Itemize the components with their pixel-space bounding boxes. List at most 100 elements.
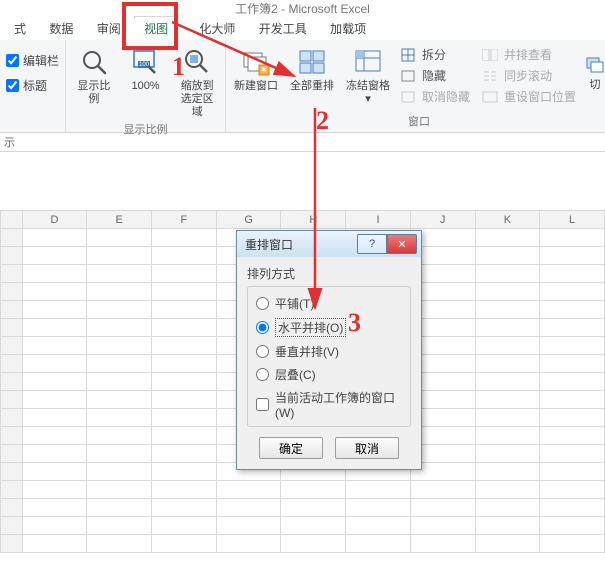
cell[interactable] [152, 301, 217, 319]
row-header[interactable] [1, 535, 23, 553]
cell[interactable] [540, 499, 605, 517]
cell[interactable] [410, 499, 475, 517]
row-header[interactable] [1, 337, 23, 355]
column-header[interactable]: D [22, 211, 87, 229]
formula-bar[interactable]: 示 [0, 132, 605, 152]
cell[interactable] [22, 337, 87, 355]
cell[interactable] [22, 391, 87, 409]
cell[interactable] [87, 283, 152, 301]
cell[interactable] [475, 463, 540, 481]
row-header[interactable] [1, 517, 23, 535]
cell[interactable] [475, 535, 540, 553]
column-header[interactable]: H [281, 211, 346, 229]
cell[interactable] [475, 301, 540, 319]
zoom-selection-button[interactable]: 缩放到选定区域 [175, 44, 219, 119]
cell[interactable] [87, 229, 152, 247]
cell[interactable] [540, 427, 605, 445]
checkbox-active-workbook[interactable]: 当前活动工作簿的窗口(W) [256, 389, 402, 420]
switch-windows-button[interactable]: 切 [584, 44, 605, 92]
checkbox-formula-bar[interactable]: 编辑栏 [6, 52, 59, 69]
column-header[interactable]: J [410, 211, 475, 229]
select-all-corner[interactable] [1, 211, 23, 229]
cell[interactable] [87, 373, 152, 391]
cell[interactable] [22, 481, 87, 499]
cell[interactable] [22, 373, 87, 391]
cell[interactable] [540, 247, 605, 265]
cell[interactable] [475, 445, 540, 463]
cell[interactable] [540, 409, 605, 427]
cell[interactable] [346, 481, 411, 499]
cell[interactable] [346, 517, 411, 535]
row-header[interactable] [1, 265, 23, 283]
cell[interactable] [475, 337, 540, 355]
cell[interactable] [87, 391, 152, 409]
cell[interactable] [22, 247, 87, 265]
split-button[interactable]: 拆分 [400, 46, 470, 63]
cell[interactable] [87, 265, 152, 283]
cell[interactable] [475, 391, 540, 409]
zoom-100-button[interactable]: 100 100% [124, 44, 168, 93]
dialog-titlebar[interactable]: 重排窗口 ? ✕ [237, 231, 421, 257]
cell[interactable] [152, 517, 217, 535]
cell[interactable] [216, 517, 281, 535]
cell[interactable] [87, 517, 152, 535]
cell[interactable] [475, 499, 540, 517]
cell[interactable] [87, 535, 152, 553]
hide-button[interactable]: 隐藏 [400, 67, 470, 84]
cell[interactable] [216, 535, 281, 553]
cell[interactable] [152, 229, 217, 247]
dialog-help-button[interactable]: ? [357, 234, 387, 254]
tab-beautify[interactable]: 化大师 [181, 18, 245, 40]
row-header[interactable] [1, 301, 23, 319]
row-header[interactable] [1, 319, 23, 337]
cell[interactable] [152, 265, 217, 283]
cell[interactable] [540, 535, 605, 553]
cell[interactable] [540, 391, 605, 409]
cell[interactable] [22, 229, 87, 247]
cell[interactable] [281, 535, 346, 553]
cell[interactable] [475, 265, 540, 283]
column-header[interactable]: L [540, 211, 605, 229]
radio-tile[interactable]: 平铺(T) [256, 295, 402, 312]
cell[interactable] [152, 481, 217, 499]
column-header[interactable]: E [87, 211, 152, 229]
zoom-button[interactable]: 显示比例 [72, 44, 116, 106]
cell[interactable] [281, 481, 346, 499]
freeze-panes-button[interactable]: 冻结窗格▾ [344, 44, 392, 106]
row-header[interactable] [1, 247, 23, 265]
row-header[interactable] [1, 463, 23, 481]
tab-data[interactable]: 数据 [39, 18, 83, 40]
row-header[interactable] [1, 391, 23, 409]
cell[interactable] [410, 481, 475, 499]
cell[interactable] [346, 535, 411, 553]
cell[interactable] [475, 355, 540, 373]
cell[interactable] [540, 337, 605, 355]
cell[interactable] [87, 337, 152, 355]
cell[interactable] [281, 517, 346, 535]
cell[interactable] [22, 409, 87, 427]
row-header[interactable] [1, 373, 23, 391]
cell[interactable] [475, 481, 540, 499]
column-header[interactable]: G [216, 211, 281, 229]
cell[interactable] [22, 427, 87, 445]
cell[interactable] [475, 517, 540, 535]
cell[interactable] [87, 445, 152, 463]
cell[interactable] [540, 355, 605, 373]
cell[interactable] [152, 247, 217, 265]
cell[interactable] [22, 265, 87, 283]
cell[interactable] [22, 517, 87, 535]
cell[interactable] [87, 481, 152, 499]
tab-view[interactable]: 视图 [134, 18, 178, 40]
new-window-button[interactable]: ✶ 新建窗口 [232, 44, 280, 93]
tab-addins[interactable]: 加载项 [320, 18, 376, 40]
column-header[interactable]: I [346, 211, 411, 229]
cell[interactable] [22, 463, 87, 481]
cell[interactable] [475, 427, 540, 445]
cell[interactable] [22, 283, 87, 301]
row-header[interactable] [1, 427, 23, 445]
row-header[interactable] [1, 229, 23, 247]
cell[interactable] [22, 535, 87, 553]
cell[interactable] [475, 319, 540, 337]
arrange-all-button[interactable]: 全部重排 [288, 44, 336, 93]
cell[interactable] [152, 355, 217, 373]
